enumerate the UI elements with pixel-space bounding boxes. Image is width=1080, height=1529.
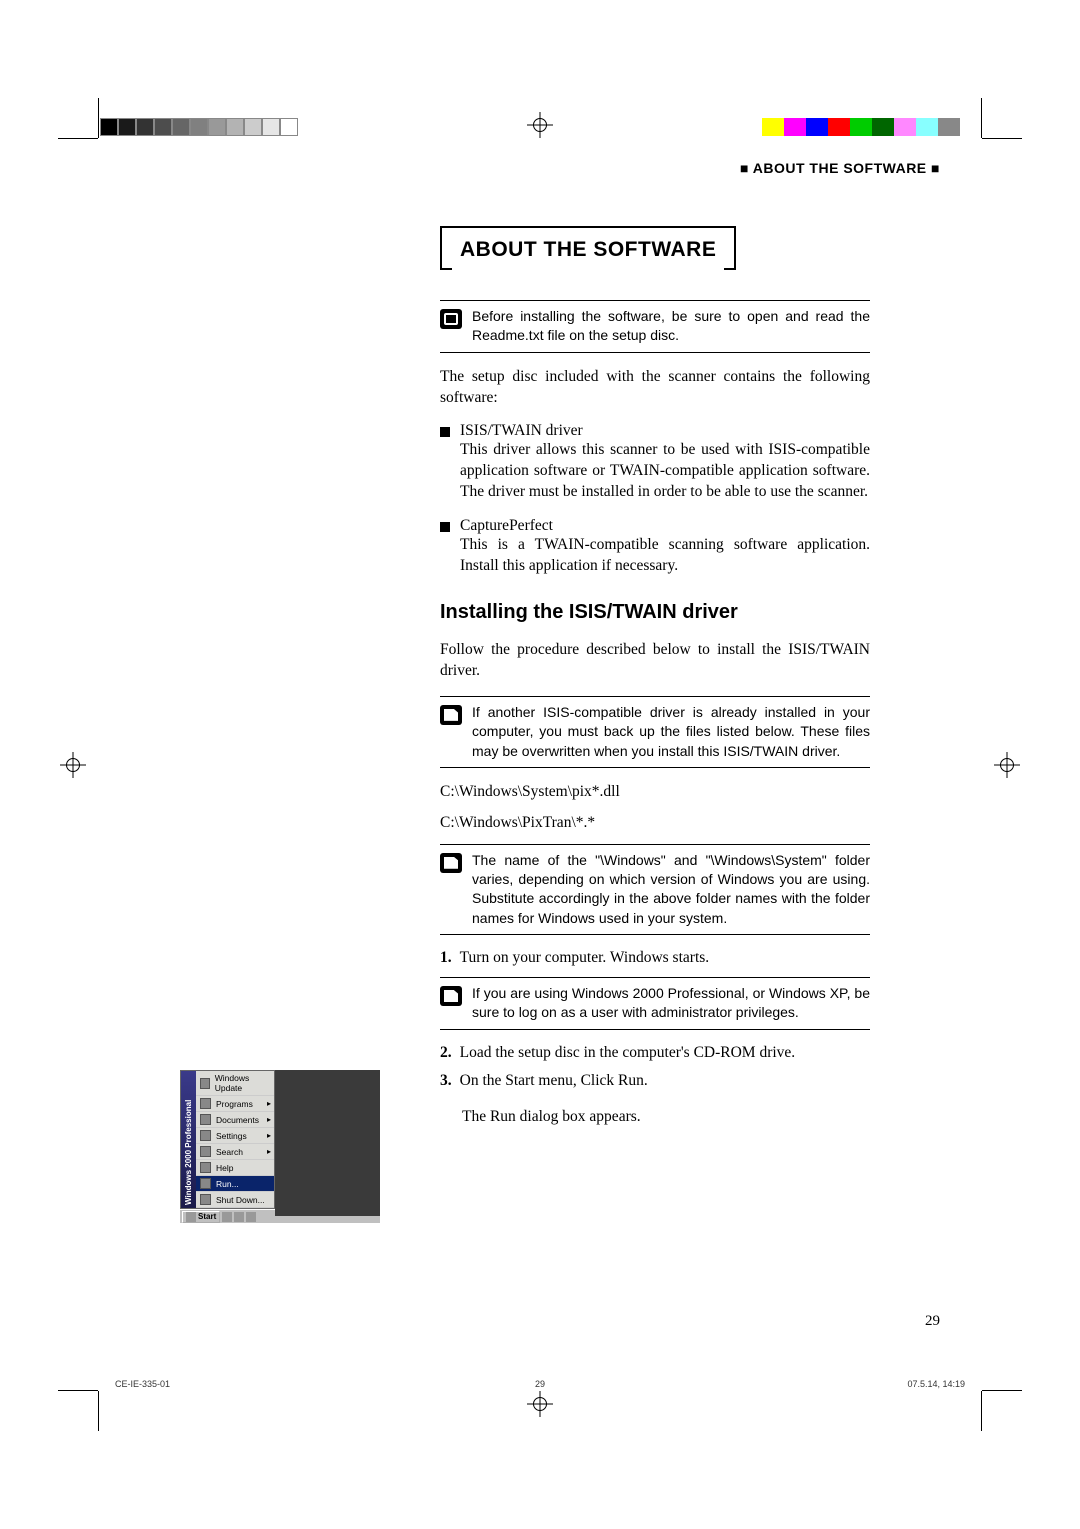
menu-item-search[interactable]: Search ▸ <box>196 1144 274 1160</box>
bullet-item: CapturePerfect This is a TWAIN-compatibl… <box>440 517 870 577</box>
menu-item-help[interactable]: Help <box>196 1160 274 1176</box>
section-heading: ABOUT THE SOFTWARE <box>440 226 736 270</box>
start-sideband: Windows 2000 Professional <box>181 1071 196 1208</box>
chevron-right-icon: ▸ <box>267 1147 271 1156</box>
menu-item-windows-update[interactable]: Windows Update <box>196 1071 274 1096</box>
menu-label: Settings <box>216 1131 247 1141</box>
step-number: 3. <box>440 1072 452 1090</box>
menu-label: Help <box>216 1163 233 1173</box>
bullet-desc: This driver allows this scanner to be us… <box>460 440 870 503</box>
crop-mark <box>98 1391 99 1431</box>
page-number: 29 <box>925 1313 940 1330</box>
chevron-right-icon: ▸ <box>267 1131 271 1140</box>
footer-center: 29 <box>535 1379 545 1389</box>
documents-icon <box>200 1114 211 1125</box>
tray-icon[interactable] <box>234 1212 244 1222</box>
step-item: 1. Turn on your computer. Windows starts… <box>440 949 870 967</box>
windows-icon <box>186 1212 196 1222</box>
clipboard-icon <box>440 309 462 329</box>
note-box-admin: If you are using Windows 2000 Profession… <box>440 977 870 1030</box>
note-icon <box>440 705 462 725</box>
help-icon <box>200 1162 211 1173</box>
square-bullet-icon <box>440 427 450 437</box>
square-bullet-icon <box>440 522 450 532</box>
grayscale-bar <box>100 118 298 136</box>
subheading: Installing the ISIS/TWAIN driver <box>440 601 870 624</box>
menu-item-run[interactable]: Run... <box>196 1176 274 1192</box>
print-footer: CE-IE-335-01 29 07.5.14, 14:19 <box>115 1379 965 1389</box>
programs-icon <box>200 1098 211 1109</box>
run-icon <box>200 1178 211 1189</box>
registration-mark <box>527 1391 553 1417</box>
step-follow-text: The Run dialog box appears. <box>462 1108 870 1126</box>
running-header: ■ ABOUT THE SOFTWARE ■ <box>100 160 980 176</box>
crop-mark <box>98 98 99 138</box>
start-button[interactable]: Start <box>182 1211 220 1223</box>
note-box-intro: Before installing the software, be sure … <box>440 300 870 353</box>
update-icon <box>200 1078 210 1089</box>
menu-label: Run... <box>216 1179 239 1189</box>
start-menu-screenshot: Windows 2000 Professional Windows Update… <box>180 1070 380 1230</box>
menu-label: Shut Down... <box>216 1195 265 1205</box>
menu-label: Windows Update <box>215 1073 270 1093</box>
color-bar <box>762 118 960 136</box>
crop-mark <box>58 138 98 139</box>
note-text: Before installing the software, be sure … <box>472 307 870 346</box>
step-item: 2. Load the setup disc in the computer's… <box>440 1044 870 1062</box>
note-text: If you are using Windows 2000 Profession… <box>472 984 870 1023</box>
step-text: On the Start menu, Click Run. <box>460 1072 870 1090</box>
step-number: 1. <box>440 949 452 967</box>
crop-mark <box>981 98 982 138</box>
settings-icon <box>200 1130 211 1141</box>
note-box-backup: If another ISIS-compatible driver is alr… <box>440 696 870 768</box>
intro-paragraph: The setup disc included with the scanner… <box>440 367 870 409</box>
bullet-item: ISIS/TWAIN driver This driver allows thi… <box>440 422 870 503</box>
menu-label: Documents <box>216 1115 259 1125</box>
menu-item-shutdown[interactable]: Shut Down... <box>196 1192 274 1208</box>
step-item: 3. On the Start menu, Click Run. <box>440 1072 870 1090</box>
bullet-title: CapturePerfect <box>460 517 870 535</box>
crop-mark <box>58 1390 98 1391</box>
note-text: The name of the "\Windows" and "\Windows… <box>472 851 870 928</box>
bullet-desc: This is a TWAIN-compatible scanning soft… <box>460 535 870 577</box>
footer-left: CE-IE-335-01 <box>115 1379 170 1389</box>
start-label: Start <box>198 1212 216 1221</box>
bullet-title: ISIS/TWAIN driver <box>460 422 870 440</box>
registration-mark <box>60 752 86 778</box>
menu-item-documents[interactable]: Documents ▸ <box>196 1112 274 1128</box>
registration-mark <box>527 112 553 138</box>
menu-item-settings[interactable]: Settings ▸ <box>196 1128 274 1144</box>
step-text: Turn on your computer. Windows starts. <box>460 949 870 967</box>
footer-right: 07.5.14, 14:19 <box>907 1379 965 1389</box>
registration-mark <box>994 752 1020 778</box>
chevron-right-icon: ▸ <box>267 1099 271 1108</box>
note-box-folder: The name of the "\Windows" and "\Windows… <box>440 844 870 935</box>
note-text: If another ISIS-compatible driver is alr… <box>472 703 870 761</box>
path-text: C:\Windows\PixTran\*.* <box>440 813 870 834</box>
note-icon <box>440 986 462 1006</box>
tray-icon[interactable] <box>222 1212 232 1222</box>
menu-item-programs[interactable]: Programs ▸ <box>196 1096 274 1112</box>
chevron-right-icon: ▸ <box>267 1115 271 1124</box>
shutdown-icon <box>200 1194 211 1205</box>
menu-label: Programs <box>216 1099 253 1109</box>
tray-icon[interactable] <box>246 1212 256 1222</box>
note-icon <box>440 853 462 873</box>
crop-mark <box>982 138 1022 139</box>
search-icon <box>200 1146 211 1157</box>
path-text: C:\Windows\System\pix*.dll <box>440 782 870 803</box>
sub-intro: Follow the procedure described below to … <box>440 640 870 682</box>
crop-mark <box>981 1391 982 1431</box>
crop-mark <box>982 1390 1022 1391</box>
menu-label: Search <box>216 1147 243 1157</box>
step-text: Load the setup disc in the computer's CD… <box>460 1044 870 1062</box>
step-number: 2. <box>440 1044 452 1062</box>
